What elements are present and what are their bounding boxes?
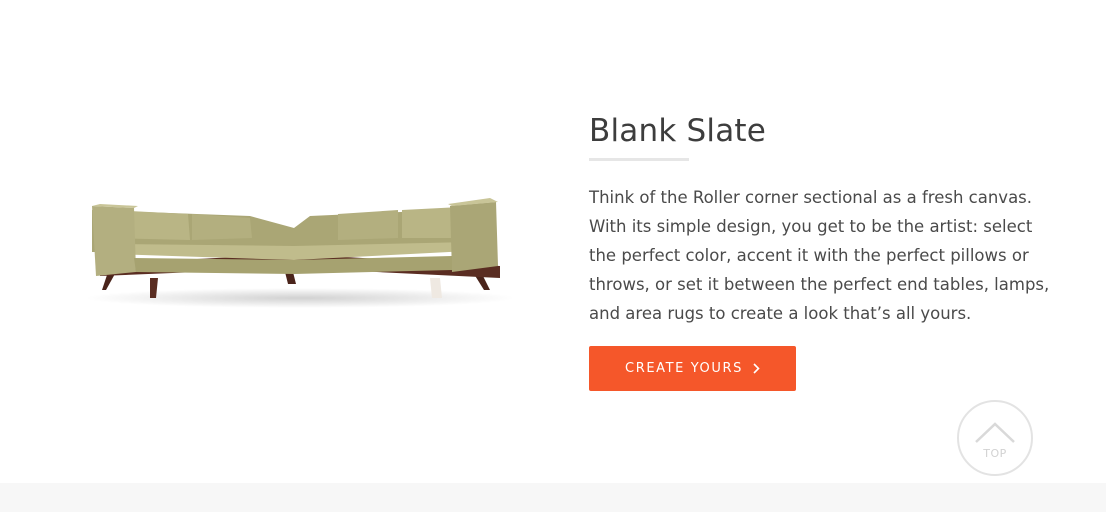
chevron-right-icon: [753, 363, 760, 374]
footer-band: [0, 483, 1106, 512]
feature-content: Blank Slate Think of the Roller corner s…: [589, 110, 1059, 328]
back-to-top-button[interactable]: TOP: [957, 400, 1033, 476]
create-yours-label: CREATE YOURS: [625, 361, 743, 376]
product-feature-section: Blank Slate Think of the Roller corner s…: [0, 0, 1106, 512]
create-yours-button[interactable]: CREATE YOURS: [589, 346, 796, 391]
top-label: TOP: [983, 447, 1007, 460]
sectional-sofa-image: [85, 198, 515, 308]
section-title: Blank Slate: [589, 113, 767, 149]
chevron-up-icon: [975, 422, 1015, 443]
section-description: Think of the Roller corner sectional as …: [589, 188, 1050, 323]
title-underline: [589, 158, 689, 161]
